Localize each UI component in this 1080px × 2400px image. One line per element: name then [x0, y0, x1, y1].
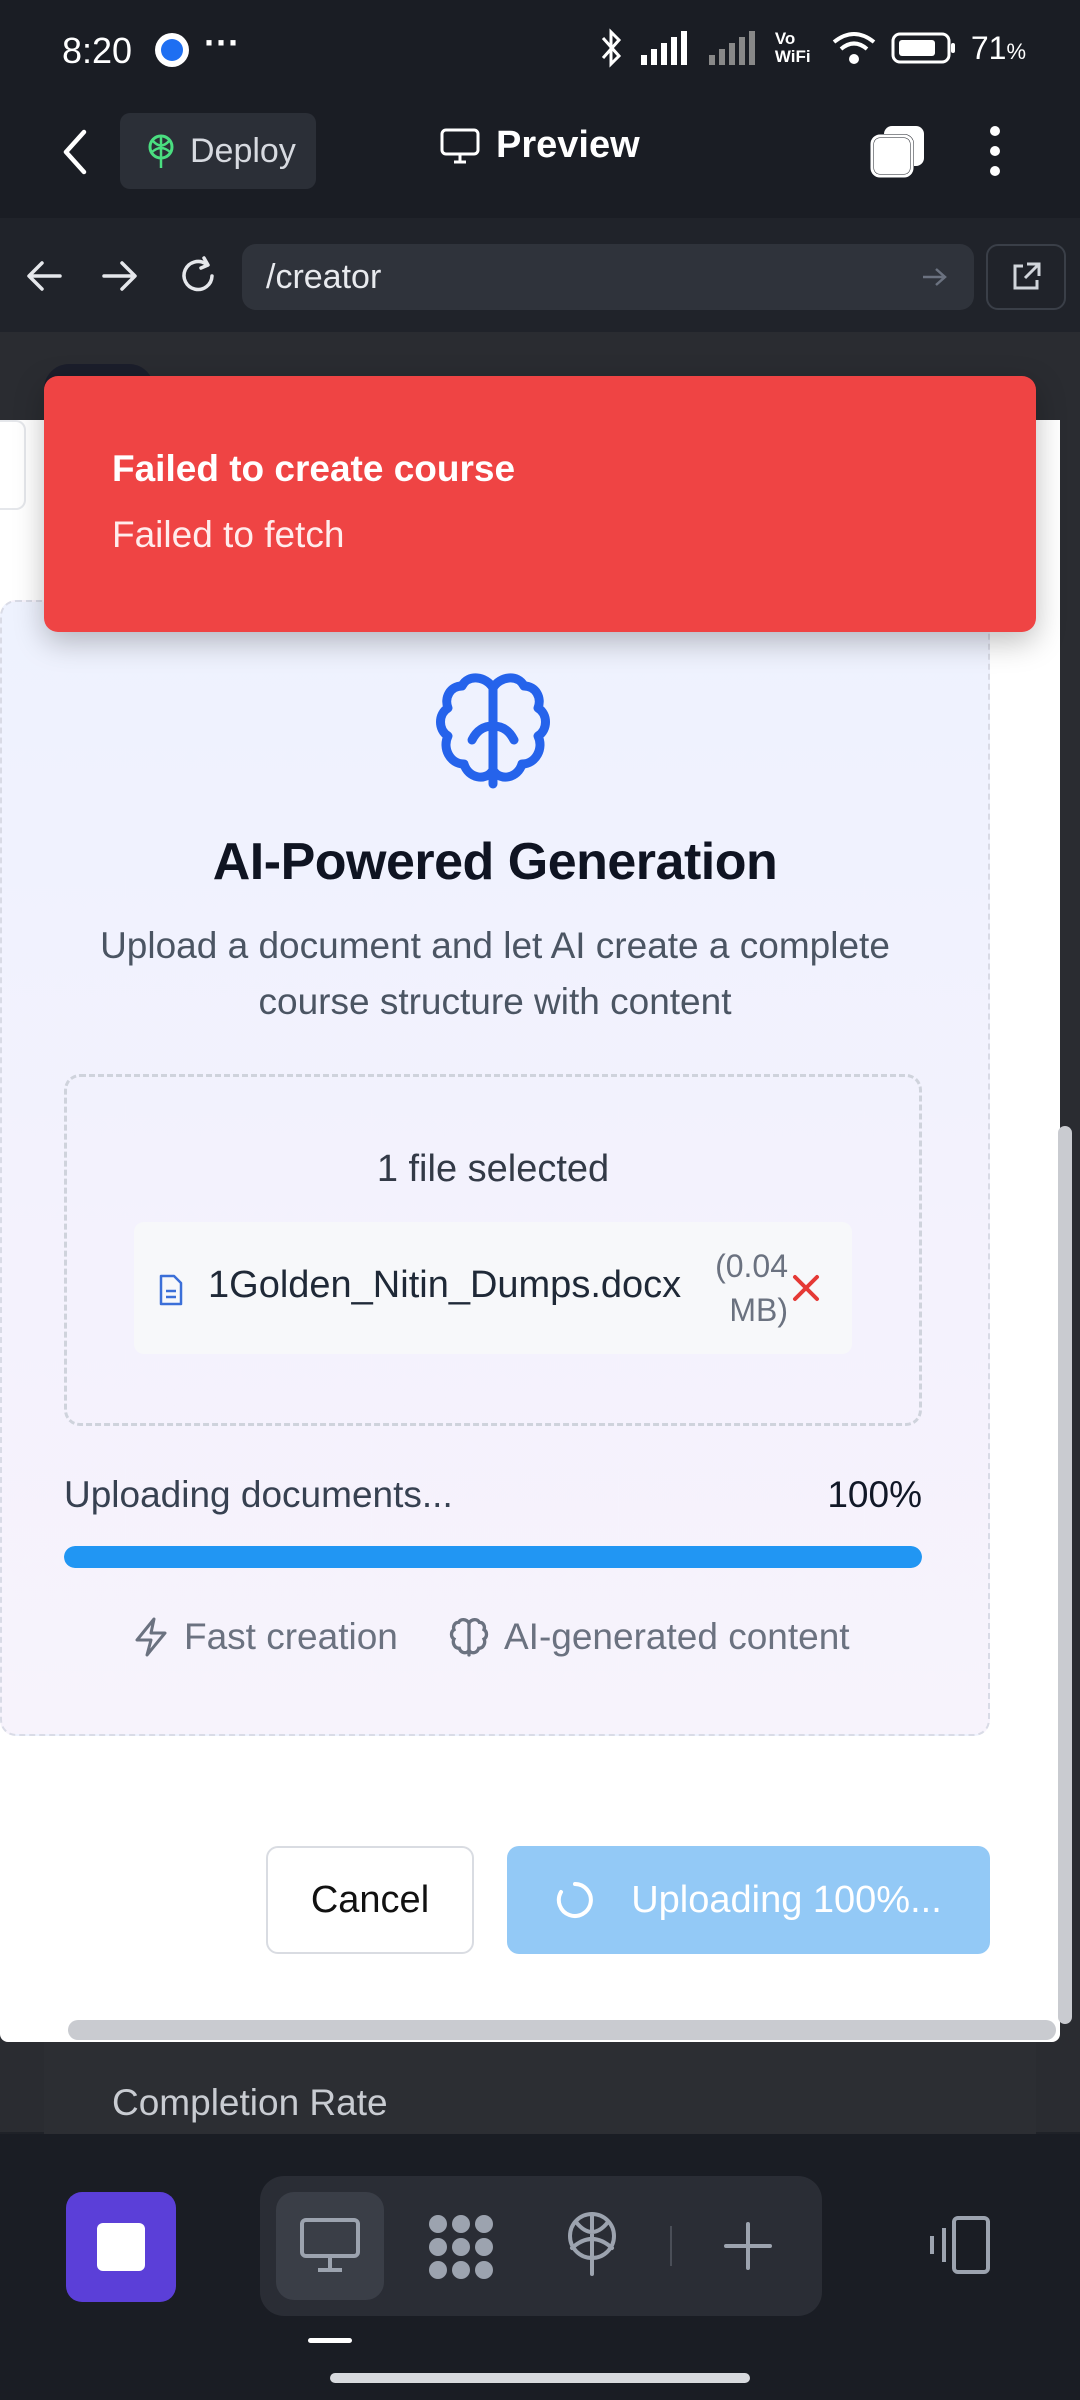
- device-switch-icon[interactable]: [926, 2214, 992, 2276]
- toolbar-divider: [670, 2226, 672, 2266]
- upload-percent: 100%: [827, 1474, 922, 1515]
- upload-status: Uploading documents...: [64, 1474, 453, 1515]
- reload-icon[interactable]: [176, 254, 220, 298]
- modal-tab-edge: [0, 420, 26, 510]
- document-icon: [158, 1274, 184, 1306]
- upload-progress-bar: [64, 1546, 922, 1568]
- feature-fast-creation: Fast creation: [132, 1616, 398, 1658]
- go-arrow-icon[interactable]: [920, 265, 950, 289]
- toast-title: Failed to create course: [112, 448, 516, 489]
- uploading-label: Uploading 100%...: [631, 1878, 942, 1921]
- deploy-label: Deploy: [190, 131, 296, 170]
- brain-icon: [430, 668, 556, 792]
- error-toast[interactable]: [44, 376, 1036, 632]
- deploy-button[interactable]: Deploy: [120, 113, 316, 189]
- completion-rate-label: Completion Rate: [112, 2082, 388, 2123]
- home-indicator[interactable]: [330, 2373, 750, 2383]
- ai-title: AI-Powered Generation: [212, 833, 778, 891]
- files-selected-label: 1 file selected: [376, 1148, 610, 1190]
- feature-label: AI-generated content: [504, 1616, 850, 1657]
- lightning-icon: [132, 1616, 170, 1658]
- preview-title: Preview: [440, 124, 640, 167]
- wifi-icon: [831, 30, 877, 66]
- horizontal-scrollbar[interactable]: [68, 2020, 1056, 2040]
- battery-icon: [891, 31, 957, 65]
- vertical-scrollbar[interactable]: [1058, 1126, 1072, 2024]
- external-link-icon: [1009, 260, 1043, 294]
- file-name: 1Golden_Nitin_Dumps.docx: [208, 1264, 682, 1306]
- plus-icon[interactable]: [722, 2220, 774, 2272]
- status-time: 8:20: [62, 30, 133, 71]
- desktop-icon: [298, 2216, 362, 2274]
- globe-antenna-icon[interactable]: [562, 2208, 622, 2278]
- vowifi-label: Vo WiFi: [774, 29, 811, 66]
- uploading-button[interactable]: Uploading 100%...: [507, 1846, 990, 1954]
- brain-icon: [448, 1616, 490, 1658]
- bluetooth-icon: [599, 28, 625, 68]
- signal-icon: [639, 31, 693, 65]
- toast-message: Failed to fetch: [112, 514, 345, 555]
- messenger-icon: [154, 32, 190, 68]
- open-external-button[interactable]: [986, 244, 1066, 310]
- close-icon: [790, 1272, 822, 1304]
- status-icons: Vo WiFi 71%: [599, 28, 1026, 68]
- arrow-back-icon[interactable]: [24, 258, 64, 294]
- upload-progress-fill: [64, 1546, 922, 1568]
- arrow-forward-icon[interactable]: [100, 258, 140, 294]
- ai-description: Upload a document and let AI create a co…: [100, 925, 890, 1022]
- back-chevron-icon[interactable]: [60, 128, 90, 176]
- battery-level: 71: [970, 29, 1007, 66]
- file-size: (0.04 MB): [715, 1248, 788, 1328]
- stop-button[interactable]: [66, 2192, 176, 2302]
- grid-icon[interactable]: [424, 2212, 498, 2282]
- url-input[interactable]: /creator: [242, 244, 974, 310]
- active-indicator: [308, 2338, 352, 2343]
- signal-weak-icon: [707, 31, 761, 65]
- url-text: /creator: [266, 257, 382, 296]
- monitor-icon: [440, 128, 480, 164]
- cancel-button[interactable]: Cancel: [266, 1846, 474, 1954]
- preview-label: Preview: [496, 124, 640, 166]
- stop-icon: [97, 2223, 145, 2271]
- feature-ai-content: AI-generated content: [448, 1616, 850, 1658]
- feature-label: Fast creation: [184, 1616, 398, 1657]
- deploy-icon: [144, 132, 178, 170]
- kebab-menu-icon[interactable]: [986, 124, 1004, 178]
- battery-unit: %: [1006, 38, 1026, 64]
- tabs-icon[interactable]: [870, 124, 926, 178]
- spinner-icon: [555, 1880, 595, 1920]
- status-more: ···: [204, 22, 240, 63]
- remove-file-button[interactable]: [790, 1272, 822, 1304]
